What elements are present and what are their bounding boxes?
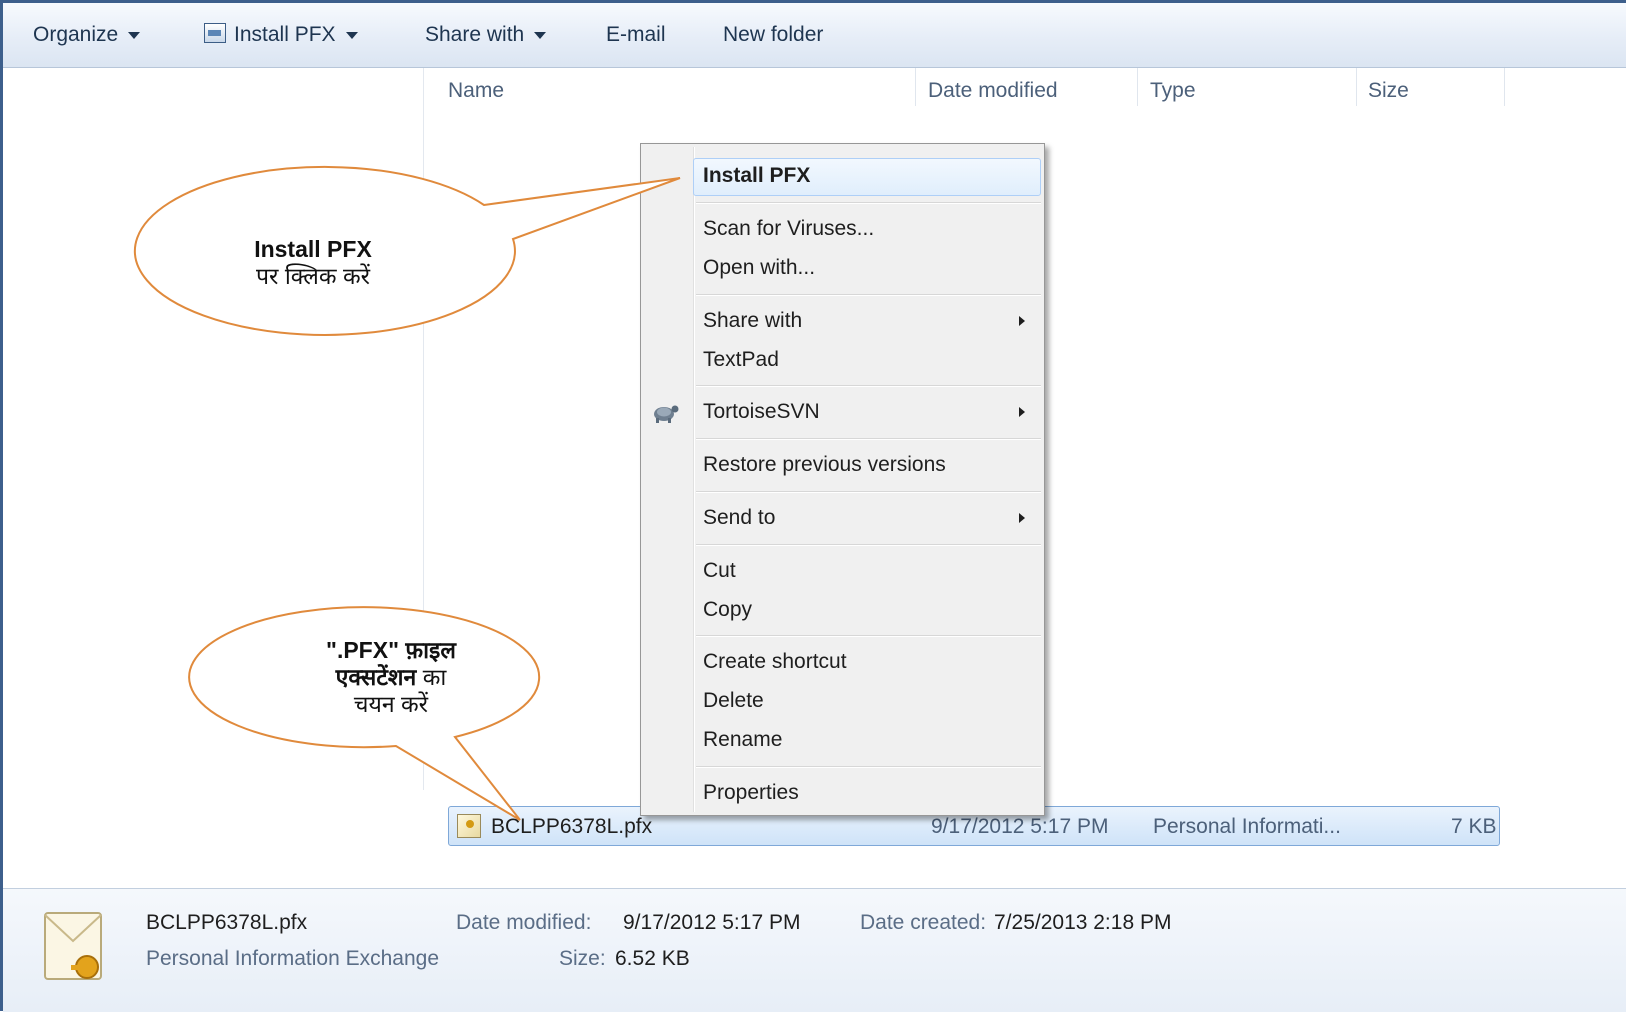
menu-item-textpad[interactable]: TextPad [703,348,779,372]
file-size: 7 KB [1451,815,1497,838]
submenu-arrow-icon [1019,407,1025,417]
email-label: E-mail [606,23,666,46]
menu-item-send-to[interactable]: Send to [703,506,775,530]
share-with-button[interactable]: Share with [425,23,547,47]
file-name: BCLPP6378L.pfx [491,815,653,838]
menu-item-scan-viruses[interactable]: Scan for Viruses... [703,217,874,241]
context-menu: Install PFX Scan for Viruses... Open wit… [640,143,1045,816]
column-divider[interactable] [1137,68,1138,106]
callout-install-title: Install PFX [254,236,372,262]
details-size: 6.52 KB [615,947,690,970]
menu-item-open-with[interactable]: Open with... [703,256,815,280]
menu-item-tortoisesvn[interactable]: TortoiseSVN [703,400,820,424]
menu-separator [696,635,1041,637]
details-pane: BCLPP6378L.pfx Personal Information Exch… [3,888,1626,1012]
menu-separator [696,491,1041,493]
file-type: Personal Informati... [1153,815,1341,838]
menu-item-rename[interactable]: Rename [703,728,782,752]
details-filetype: Personal Information Exchange [146,947,440,970]
details-date-modified: 9/17/2012 5:17 PM [623,911,801,934]
menu-item-copy[interactable]: Copy [703,598,752,622]
column-divider[interactable] [915,68,916,106]
menu-separator [696,438,1041,440]
certificate-icon [204,23,226,43]
details-date-created-label: Date created: [860,911,987,934]
install-pfx-button[interactable]: Install PFX [204,23,358,47]
chevron-down-icon [534,31,547,39]
details-date-created: 7/25/2013 2:18 PM [994,911,1172,934]
menu-gutter-highlight [694,147,695,812]
organize-button[interactable]: Organize [33,23,141,47]
chevron-down-icon [345,31,358,39]
column-header-date-modified[interactable]: Date modified [928,68,1058,114]
column-header-type[interactable]: Type [1150,68,1196,114]
callout-select-rest: का [422,664,447,690]
details-filename: BCLPP6378L.pfx [146,911,308,934]
menu-separator [696,385,1041,387]
menu-separator [696,294,1041,296]
new-folder-button[interactable]: New folder [723,23,823,47]
menu-item-cut[interactable]: Cut [703,559,736,583]
column-header-name[interactable]: Name [448,68,504,114]
column-divider[interactable] [1504,68,1505,106]
share-with-label: Share with [425,23,525,46]
organize-label: Organize [33,23,119,46]
menu-item-restore-previous-versions[interactable]: Restore previous versions [703,453,946,477]
details-size-label: Size: [559,947,606,970]
details-date-modified-label: Date modified: [456,911,592,934]
menu-item-delete[interactable]: Delete [703,689,764,713]
submenu-arrow-icon [1019,513,1025,523]
menu-item-properties[interactable]: Properties [703,781,799,805]
callout-select-text: ".PFX" फ़ाइल एक्सटेंशन का चयन करें [286,637,496,718]
email-button[interactable]: E-mail [606,23,666,47]
certificate-file-icon [44,912,102,980]
menu-item-create-shortcut[interactable]: Create shortcut [703,650,847,674]
menu-separator [696,202,1041,204]
command-bar: Organize Install PFX Share with E-mail N… [3,3,1626,68]
menu-separator [696,544,1041,546]
menu-item-share-with[interactable]: Share with [703,309,802,333]
new-folder-label: New folder [723,23,824,46]
column-header-size[interactable]: Size [1368,68,1409,114]
menu-separator [696,766,1041,768]
column-divider[interactable] [1356,68,1357,106]
chevron-down-icon [128,31,141,39]
install-pfx-label: Install PFX [234,23,336,46]
submenu-arrow-icon [1019,316,1025,326]
callout-install-sub: पर क्लिक करें [255,263,371,289]
callout-install-text: Install PFX पर क्लिक करें [218,236,408,290]
file-date: 9/17/2012 5:17 PM [931,815,1109,838]
menu-item-install-pfx[interactable]: Install PFX [703,164,810,188]
tortoisesvn-icon [654,405,679,423]
pfx-file-icon [457,814,481,838]
callout-select-line3: चयन करें [353,691,429,717]
